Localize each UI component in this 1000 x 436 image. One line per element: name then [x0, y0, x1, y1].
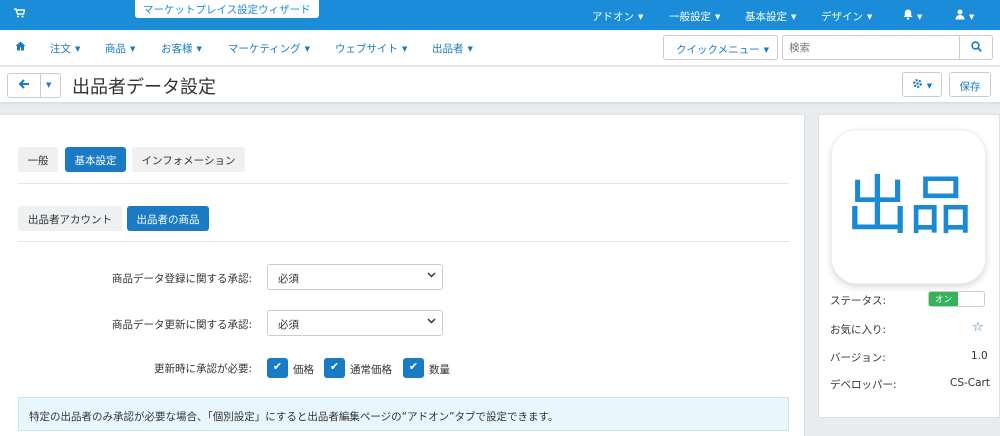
topmenu-addons-label: アドオン [592, 11, 634, 23]
price-checkbox-label: 価格 [293, 364, 314, 376]
chevron-down-icon: ▼ [969, 13, 975, 21]
nav-website-label: ウェブサイト [335, 43, 398, 55]
quantity-checkbox-label: 数量 [429, 364, 450, 376]
version-value: 1.0 [971, 350, 988, 362]
nav-products[interactable]: 商品 ▼ [105, 41, 135, 56]
nav-vendors[interactable]: 出品者 ▼ [432, 41, 473, 56]
topmenu-basic-settings[interactable]: 基本設定 ▼ [745, 9, 796, 24]
chevron-down-icon: ▼ [763, 46, 769, 54]
checkmark-icon: ✔ [329, 360, 340, 373]
chevron-down-icon: ▼ [196, 45, 202, 53]
chevron-down-icon: ▼ [638, 13, 644, 21]
user-menu[interactable]: ▼ [955, 9, 974, 23]
star-icon[interactable]: ☆ [972, 320, 984, 335]
product-create-approval-select[interactable]: 必須 [267, 264, 443, 290]
status-label: ステータス: [830, 295, 887, 307]
chevron-down-icon [427, 316, 436, 328]
title-bar: ▼ 出品者データ設定 ▼ 保存 [0, 67, 1000, 103]
chevron-down-icon: ▼ [926, 82, 933, 90]
product-create-approval-label: 商品データ登録に関する承認: [111, 273, 252, 285]
notifications-menu[interactable]: ▼ [903, 9, 922, 23]
topmenu-general-settings[interactable]: 一般設定 ▼ [669, 9, 720, 24]
main-nav: 注文 ▼ 商品 ▼ お客様 ▼ マーケティング ▼ ウェブサイト ▼ 出品者 ▼ クイックメ… [0, 30, 1000, 66]
nav-vendors-label: 出品者 [432, 43, 464, 55]
search-icon [970, 41, 982, 55]
tab-general[interactable]: 一般 [18, 147, 58, 172]
gear-icon [912, 79, 923, 92]
list-price-checkbox[interactable]: ✔ [324, 358, 345, 378]
cart-icon[interactable] [14, 8, 26, 21]
bell-icon [903, 9, 913, 23]
divider [18, 241, 789, 242]
status-toggle[interactable]: オン [928, 291, 985, 307]
settings-dropdown-button[interactable]: ▼ [902, 72, 942, 97]
quick-menu-label: クイックメニュー [676, 44, 760, 56]
nav-marketing-label: マーケティング [228, 43, 301, 55]
chevron-down-icon [427, 270, 436, 282]
quick-menu-button[interactable]: クイックメニュー ▼ [663, 35, 778, 60]
save-button[interactable]: 保存 [949, 72, 991, 97]
chevron-down-icon: ▼ [867, 13, 873, 21]
back-button-group[interactable]: ▼ [7, 73, 61, 98]
user-icon [955, 9, 965, 23]
search-input[interactable] [782, 35, 959, 60]
divider [40, 74, 41, 97]
nav-customers-label: お客様 [161, 43, 193, 55]
chevron-down-icon: ▼ [75, 45, 81, 53]
addon-info-panel: 出品 [818, 114, 1000, 418]
tab-basic-settings[interactable]: 基本設定 [65, 147, 126, 172]
price-checkbox[interactable]: ✔ [267, 358, 288, 378]
tab-information[interactable]: インフォメーション [132, 147, 245, 172]
list-price-checkbox-label: 通常価格 [350, 364, 392, 376]
addon-logo: 出品 [831, 129, 986, 284]
developer-label: デベロッパー: [830, 379, 897, 391]
checkmark-icon: ✔ [272, 360, 283, 373]
subtab-vendor-account[interactable]: 出品者アカウント [18, 206, 122, 231]
chevron-down-icon: ▼ [402, 45, 408, 53]
topmenu-addons[interactable]: アドオン ▼ [592, 9, 643, 24]
arrow-left-icon[interactable] [18, 78, 30, 93]
product-update-approval-value: 必須 [278, 319, 299, 331]
top-bar: マーケットプレイス設定ウィザード アドオン ▼ 一般設定 ▼ 基本設定 ▼ デザイン ▼… [0, 0, 1000, 30]
nav-orders[interactable]: 注文 ▼ [50, 41, 80, 56]
favorite-label: お気に入り: [830, 324, 887, 336]
chevron-down-icon: ▼ [791, 13, 797, 21]
search-button[interactable] [959, 35, 993, 60]
topmenu-design-label: デザイン [821, 11, 863, 23]
quantity-checkbox[interactable]: ✔ [403, 358, 424, 378]
home-icon[interactable] [15, 41, 26, 54]
marketplace-wizard-button[interactable]: マーケットプレイス設定ウィザード [135, 0, 319, 18]
chevron-down-icon: ▼ [715, 13, 721, 21]
info-notice: 特定の出品者のみ承認が必要な場合、「個別設定」にすると出品者編集ページの“アドオ… [18, 397, 789, 431]
nav-orders-label: 注文 [50, 43, 71, 55]
chevron-down-icon: ▼ [304, 45, 311, 53]
topmenu-general-settings-label: 一般設定 [669, 11, 711, 23]
update-approval-required-label: 更新時に承認が必要: [153, 363, 252, 375]
checkmark-icon: ✔ [408, 360, 419, 373]
page-title: 出品者データ設定 [72, 77, 216, 98]
chevron-down-icon: ▼ [917, 13, 923, 21]
nav-products-label: 商品 [105, 43, 126, 55]
version-label: バージョン: [830, 352, 886, 364]
product-update-approval-label: 商品データ更新に関する承認: [111, 319, 252, 331]
topmenu-basic-settings-label: 基本設定 [745, 11, 787, 23]
developer-value: CS-Cart [950, 377, 990, 389]
divider [18, 183, 789, 184]
topmenu-design[interactable]: デザイン ▼ [821, 9, 872, 24]
chevron-down-icon: ▼ [467, 45, 473, 53]
product-update-approval-select[interactable]: 必須 [267, 310, 443, 336]
chevron-down-icon[interactable]: ▼ [46, 81, 51, 89]
product-create-approval-value: 必須 [278, 273, 299, 285]
nav-marketing[interactable]: マーケティング ▼ [228, 41, 310, 56]
nav-website[interactable]: ウェブサイト ▼ [335, 41, 407, 56]
chevron-down-icon: ▼ [130, 45, 136, 53]
subtab-vendor-products[interactable]: 出品者の商品 [127, 206, 209, 231]
status-on-value: オン [929, 292, 958, 306]
nav-customers[interactable]: お客様 ▼ [161, 41, 202, 56]
